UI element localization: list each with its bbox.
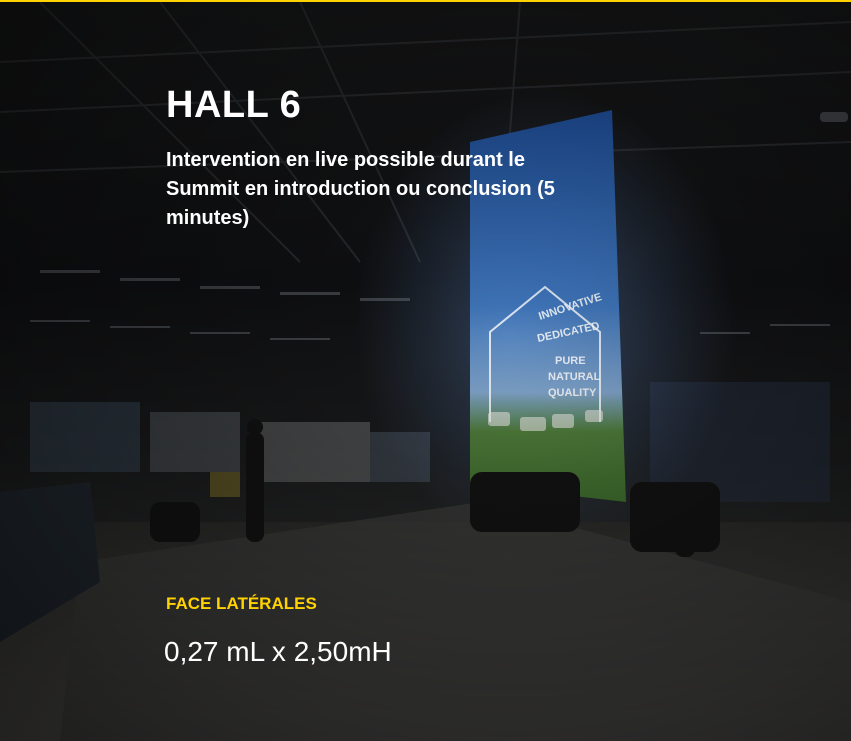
svg-text:PURE: PURE <box>555 355 586 367</box>
hall-title: HALL 6 <box>166 84 302 126</box>
hall-photo: INNOVATIVE DEDICATED PURE NATURAL QUALIT… <box>0 2 851 741</box>
spec-dimensions: 0,27 mL x 2,50mH <box>164 636 392 667</box>
hall-scene-illustration: INNOVATIVE DEDICATED PURE NATURAL QUALIT… <box>0 2 851 741</box>
svg-text:NATURAL: NATURAL <box>548 371 601 383</box>
intervention-description: Intervention en live possible durant le … <box>166 149 555 229</box>
svg-text:QUALITY: QUALITY <box>548 387 597 399</box>
spec-label: FACE LATÉRALES <box>166 594 317 613</box>
